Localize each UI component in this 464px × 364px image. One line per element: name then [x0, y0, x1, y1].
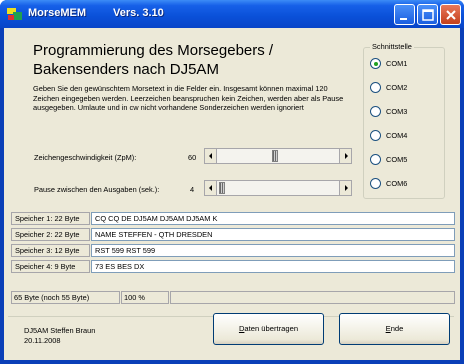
memory-1-label: Speicher 1: 22 Byte: [11, 212, 90, 225]
close-button[interactable]: [440, 4, 461, 25]
maximize-button[interactable]: [417, 4, 438, 25]
close-icon: [446, 10, 456, 20]
end-button[interactable]: Ende: [339, 313, 450, 345]
author-name: DJ5AM Steffen Braun: [24, 326, 96, 335]
interface-group-title: Schnittstelle: [370, 42, 414, 51]
speed-slider[interactable]: [204, 148, 352, 164]
radio-com5[interactable]: COM5: [370, 154, 440, 167]
pause-left-button[interactable]: [205, 181, 217, 195]
radio-label: COM1: [386, 59, 408, 68]
pause-value: 4: [190, 185, 195, 194]
arrow-left-icon: [209, 185, 212, 191]
heading-line-1: Programmierung des Morsegebers /: [33, 42, 274, 59]
radio-selected-dot: [373, 61, 378, 66]
radio-button[interactable]: [370, 106, 381, 117]
radio-button[interactable]: [370, 154, 381, 165]
memory-1-input[interactable]: CQ CQ DE DJ5AM DJ5AM DJ5AM K: [91, 212, 455, 225]
radio-label: COM6: [386, 179, 408, 188]
radio-label: COM3: [386, 107, 408, 116]
heading-line-2: Bakensenders nach DJ5AM: [33, 61, 219, 78]
title-bar[interactable]: MorseMEM Vers. 3.10: [0, 0, 464, 28]
end-label: Ende: [385, 324, 404, 333]
memory-4-input[interactable]: 73 ES BES DX: [91, 260, 455, 273]
arrow-right-icon: [345, 153, 348, 159]
speed-label: Zeichengeschwindigkeit (ZpM):: [34, 153, 137, 162]
radio-button[interactable]: [370, 58, 381, 69]
speed-value: 60: [188, 153, 197, 162]
pause-label: Pause zwischen den Ausgaben (sek.):: [34, 185, 160, 194]
arrow-left-icon: [209, 153, 212, 159]
memory-4-label: Speicher 4: 9 Byte: [11, 260, 90, 273]
byte-progress-bar: [170, 291, 455, 304]
speed-right-button[interactable]: [339, 149, 351, 163]
radio-com6[interactable]: COM6: [370, 178, 440, 191]
radio-label: COM2: [386, 83, 408, 92]
percent-label: 100 %: [121, 291, 169, 304]
transfer-data-button[interactable]: Daten übertragen: [213, 313, 324, 345]
window-title: MorseMEM: [28, 7, 87, 19]
pause-slider[interactable]: [204, 180, 352, 196]
radio-com1[interactable]: COM1: [370, 58, 440, 71]
maximize-icon: [422, 9, 434, 21]
speed-left-button[interactable]: [205, 149, 217, 163]
memory-2-input[interactable]: NAME STEFFEN - QTH DRESDEN: [91, 228, 455, 241]
arrow-right-icon: [345, 185, 348, 191]
description-text: Geben Sie den gewünschtem Morsetext in d…: [33, 84, 344, 113]
radio-com3[interactable]: COM3: [370, 106, 440, 119]
page-heading: Programmierung des Morsegebers / Bakense…: [33, 41, 353, 79]
memory-3-input[interactable]: RST 599 RST 599: [91, 244, 455, 257]
pause-right-button[interactable]: [339, 181, 351, 195]
radio-button[interactable]: [370, 178, 381, 189]
radio-button[interactable]: [370, 82, 381, 93]
memory-3-label: Speicher 3: 12 Byte: [11, 244, 90, 257]
minimize-button[interactable]: [394, 4, 415, 25]
window-version: Vers. 3.10: [113, 7, 164, 19]
radio-button[interactable]: [370, 130, 381, 141]
app-icon: [7, 8, 22, 20]
byte-summary: 65 Byte (noch 55 Byte): [11, 291, 120, 304]
radio-com2[interactable]: COM2: [370, 82, 440, 95]
radio-label: COM5: [386, 155, 408, 164]
radio-label: COM4: [386, 131, 408, 140]
pause-slider-thumb[interactable]: [219, 182, 225, 194]
memory-2-label: Speicher 2: 22 Byte: [11, 228, 90, 241]
radio-com4[interactable]: COM4: [370, 130, 440, 143]
transfer-data-label: Daten übertragen: [238, 324, 299, 333]
minimize-icon: [400, 18, 407, 20]
speed-slider-thumb[interactable]: [271, 150, 278, 162]
build-date: 20.11.2008: [24, 336, 61, 345]
